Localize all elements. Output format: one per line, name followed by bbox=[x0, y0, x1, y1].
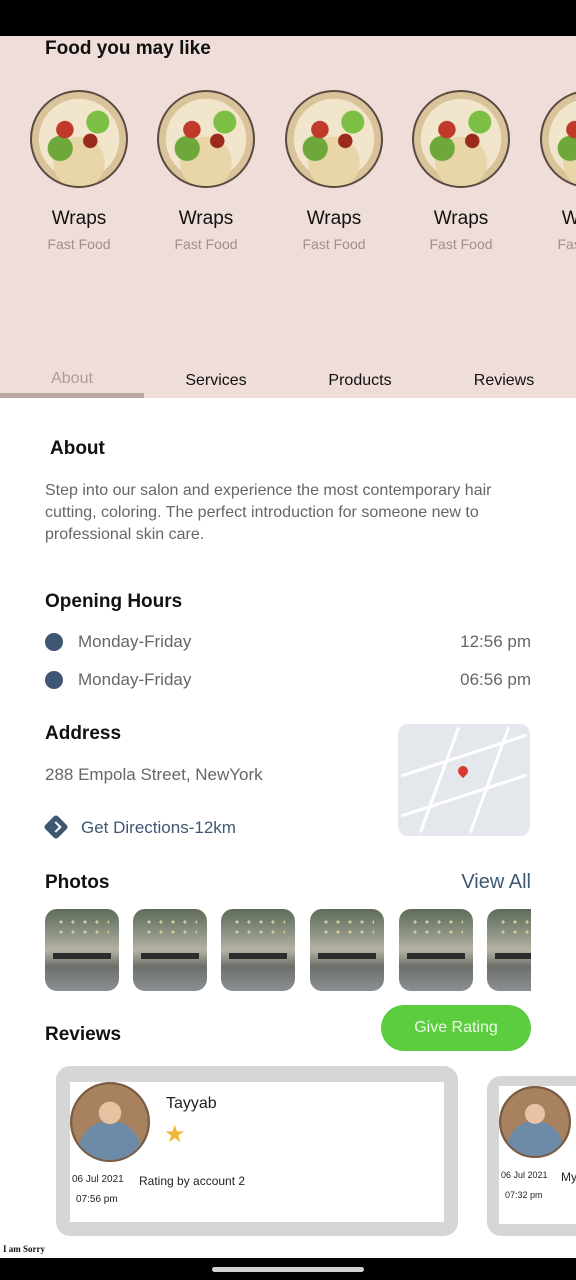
tab-indicator bbox=[0, 393, 144, 398]
review-card-body: 06 Jul 2021 07:32 pm My bbox=[499, 1086, 576, 1224]
view-all-link[interactable]: View All bbox=[461, 871, 531, 894]
address-text: 288 Empola Street, NewYork bbox=[45, 765, 263, 784]
food-image bbox=[285, 90, 383, 188]
hours-time: 12:56 pm bbox=[460, 632, 531, 651]
food-list: Wraps Fast Food Wraps Fast Food Wraps Fa… bbox=[0, 90, 576, 270]
hours-row: Monday-Friday 06:56 pm bbox=[45, 668, 531, 692]
map-pin-icon bbox=[455, 763, 471, 779]
avatar bbox=[499, 1086, 571, 1158]
food-item[interactable]: Wraps Fast Food bbox=[397, 90, 525, 252]
address-title: Address bbox=[45, 723, 122, 744]
photo-thumbnail[interactable] bbox=[399, 909, 473, 991]
status-bar bbox=[0, 0, 576, 36]
food-name: Wraps bbox=[178, 208, 234, 229]
food-image bbox=[412, 90, 510, 188]
food-name: Wraps bbox=[51, 208, 107, 229]
food-category: Fast Food bbox=[174, 236, 238, 252]
photo-thumbnail[interactable] bbox=[221, 909, 295, 991]
tab-services[interactable]: Services bbox=[144, 360, 288, 398]
navigation-bar bbox=[0, 1258, 576, 1280]
map-thumbnail[interactable] bbox=[398, 724, 530, 836]
food-category: Fast Food bbox=[47, 236, 111, 252]
hours-day: Monday-Friday bbox=[78, 670, 192, 689]
avatar bbox=[70, 1082, 150, 1162]
hours-row: Monday-Friday 12:56 pm bbox=[45, 630, 531, 654]
about-title: About bbox=[50, 438, 105, 459]
photo-thumbnail[interactable] bbox=[45, 909, 119, 991]
tab-reviews[interactable]: Reviews bbox=[432, 360, 576, 398]
review-time: 07:56 pm bbox=[76, 1194, 118, 1205]
food-name: Wraps bbox=[561, 208, 576, 229]
tab-bar: About Services Products Reviews bbox=[0, 360, 576, 400]
opening-hours-title: Opening Hours bbox=[45, 591, 183, 612]
reviewer-name: Tayyab bbox=[166, 1095, 217, 1112]
photo-thumbnail[interactable] bbox=[133, 909, 207, 991]
food-category: Fast Food bbox=[302, 236, 366, 252]
food-image bbox=[30, 90, 128, 188]
review-date: 06 Jul 2021 bbox=[501, 1170, 548, 1180]
food-name: Wraps bbox=[306, 208, 362, 229]
hours-dot-icon bbox=[45, 633, 63, 651]
star-icon: ★ bbox=[164, 1121, 186, 1148]
review-text: Rating by account 2 bbox=[139, 1174, 246, 1188]
review-text: My bbox=[561, 1170, 576, 1184]
review-time: 07:32 pm bbox=[505, 1190, 543, 1200]
food-item[interactable]: Wraps Fast Food bbox=[142, 90, 270, 252]
toast-message: I am Sorry bbox=[3, 1244, 45, 1254]
review-card-body: Tayyab ★ 06 Jul 2021 07:56 pm Rating by … bbox=[70, 1082, 444, 1222]
home-handle[interactable] bbox=[212, 1267, 364, 1272]
food-category: Fast Food bbox=[557, 236, 576, 252]
photo-strip bbox=[45, 909, 531, 991]
food-image bbox=[540, 90, 576, 188]
directions-icon bbox=[43, 814, 69, 840]
hours-dot-icon bbox=[45, 671, 63, 689]
food-section-title: Food you may like bbox=[45, 38, 211, 59]
about-text: Step into our salon and experience the m… bbox=[45, 482, 492, 543]
food-category: Fast Food bbox=[429, 236, 493, 252]
tab-products[interactable]: Products bbox=[288, 360, 432, 398]
food-section: Food you may like Wraps Fast Food Wraps … bbox=[0, 36, 576, 398]
reviews-title: Reviews bbox=[45, 1024, 122, 1045]
give-rating-button[interactable]: Give Rating bbox=[381, 1005, 531, 1051]
food-image bbox=[157, 90, 255, 188]
review-date: 06 Jul 2021 bbox=[72, 1174, 124, 1185]
review-card[interactable]: Tayyab ★ 06 Jul 2021 07:56 pm Rating by … bbox=[56, 1066, 458, 1236]
directions-label: Get Directions-12km bbox=[81, 818, 236, 837]
food-name: Wraps bbox=[433, 208, 489, 229]
photo-thumbnail[interactable] bbox=[487, 909, 531, 991]
hours-time: 06:56 pm bbox=[460, 670, 531, 689]
photo-thumbnail[interactable] bbox=[310, 909, 384, 991]
food-item[interactable]: Wraps Fast Food bbox=[15, 90, 143, 252]
review-card[interactable]: 06 Jul 2021 07:32 pm My bbox=[487, 1076, 576, 1236]
food-item[interactable]: Wraps Fast Food bbox=[270, 90, 398, 252]
photos-title: Photos bbox=[45, 872, 110, 893]
hours-day: Monday-Friday bbox=[78, 632, 192, 651]
food-item[interactable]: Wraps Fast Food bbox=[525, 90, 576, 252]
